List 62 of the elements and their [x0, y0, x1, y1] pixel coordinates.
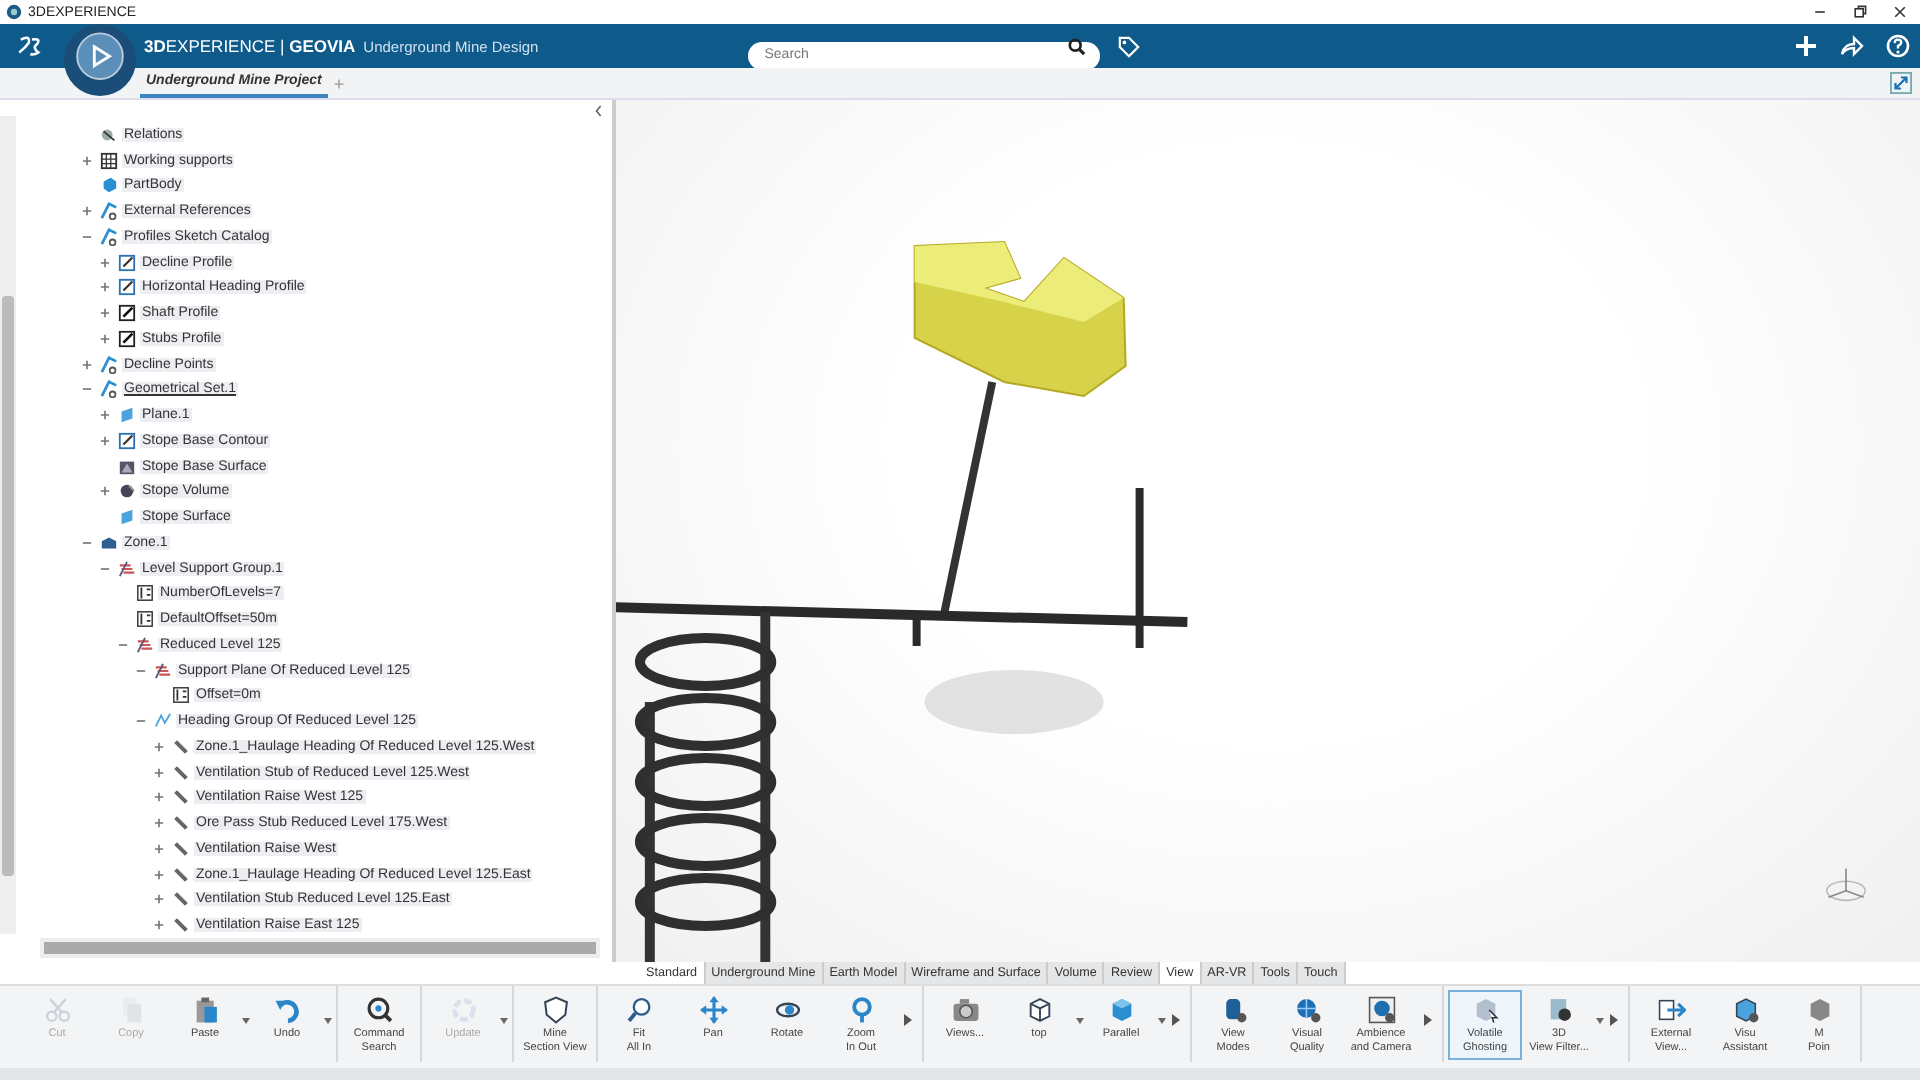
share-icon[interactable] [1840, 34, 1864, 58]
scrollbar[interactable] [40, 938, 600, 958]
collapse-icon[interactable] [82, 537, 92, 548]
expand-icon[interactable] [100, 282, 110, 293]
expand-icon[interactable] [154, 894, 164, 905]
app-logo-icon [6, 4, 22, 20]
dropdown-caret-icon[interactable] [324, 1018, 332, 1024]
clipboard-icon [191, 996, 219, 1024]
restore-icon[interactable] [1852, 4, 1868, 20]
cube-outline-icon [1025, 996, 1053, 1024]
cube-icon [1107, 996, 1135, 1024]
expand-icon[interactable] [100, 333, 110, 344]
shield-icon [541, 996, 569, 1024]
expand-icon[interactable] [154, 869, 164, 880]
dropdown-caret-icon[interactable] [1596, 1018, 1604, 1024]
product-brand: 3DEXPERIENCE | GEOVIA [144, 36, 356, 56]
expand-icon[interactable] [154, 792, 164, 803]
ghost-cube-icon [1471, 996, 1499, 1024]
search-icon[interactable] [1068, 37, 1087, 55]
export-arrow-icon [1657, 996, 1685, 1024]
dropdown-caret-icon[interactable] [242, 1018, 250, 1024]
expand-arrow-icon[interactable] [1610, 1014, 1618, 1026]
refresh-ring-icon [449, 996, 477, 1024]
close-icon[interactable] [1892, 4, 1908, 20]
expand-icon[interactable] [154, 920, 164, 931]
expand-icon[interactable] [100, 410, 110, 421]
collapse-icon[interactable] [82, 384, 92, 395]
dropdown-caret-icon[interactable] [1076, 1018, 1084, 1024]
minimize-panel-icon[interactable] [1890, 72, 1912, 94]
undo-arrow-icon [273, 996, 301, 1024]
collapse-chevron-icon[interactable] [594, 104, 604, 118]
cube-icon [1805, 996, 1833, 1024]
scissors-icon [43, 996, 71, 1024]
help-icon[interactable] [1886, 34, 1910, 58]
globe-frame-icon [1367, 996, 1395, 1024]
collapse-icon[interactable] [136, 665, 146, 676]
plus-icon[interactable] [1794, 34, 1818, 58]
expand-icon[interactable] [154, 741, 164, 752]
expand-icon[interactable] [100, 308, 110, 319]
collapse-icon[interactable] [82, 231, 92, 242]
expand-icon[interactable] [154, 767, 164, 778]
expand-icon[interactable] [82, 359, 92, 370]
expand-icon[interactable] [154, 843, 164, 854]
expand-icon[interactable] [82, 155, 92, 166]
cube-gear-icon [1731, 996, 1759, 1024]
collapse-icon[interactable] [100, 563, 110, 574]
expand-arrow-icon[interactable] [904, 1014, 912, 1026]
scrollbar[interactable] [0, 116, 16, 934]
collapse-icon[interactable] [136, 716, 146, 727]
camera-icon [951, 996, 979, 1024]
expand-icon[interactable] [82, 206, 92, 217]
collapse-icon[interactable] [118, 639, 128, 650]
four-arrows-icon [699, 996, 727, 1024]
dropdown-caret-icon[interactable] [1158, 1018, 1166, 1024]
tag-icon[interactable] [1118, 35, 1141, 57]
expand-icon[interactable] [154, 818, 164, 829]
expand-icon[interactable] [100, 435, 110, 446]
expand-icon[interactable] [100, 486, 110, 497]
expand-arrow-icon[interactable] [1424, 1014, 1432, 1026]
expand-icon[interactable] [100, 257, 110, 268]
expand-arrow-icon[interactable] [1172, 1014, 1180, 1026]
globe-gear-icon [1293, 996, 1321, 1024]
